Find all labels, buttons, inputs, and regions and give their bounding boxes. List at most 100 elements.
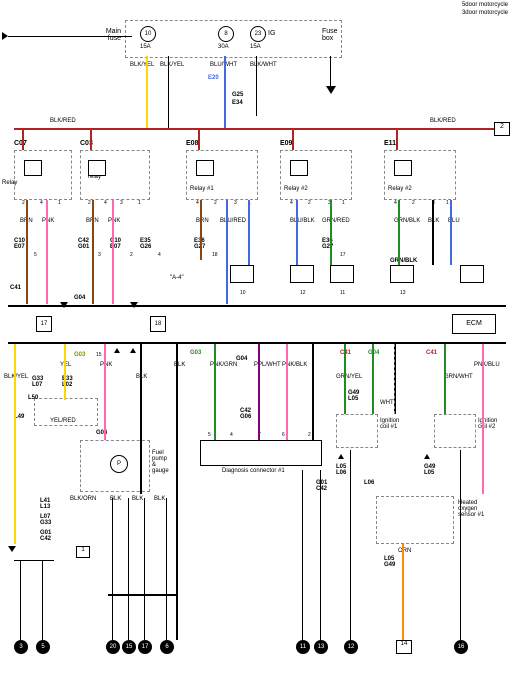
wire-f23-down: [256, 56, 257, 116]
pnk-lower: PNK: [100, 362, 112, 368]
fuse-10-amp: 15A: [140, 44, 151, 50]
e11-name: Relay #2: [388, 186, 412, 192]
gnd-16: 16: [454, 640, 468, 654]
g25-label: G25: [232, 92, 243, 98]
e08-label: E08: [186, 140, 198, 147]
wht-label: WHT: [380, 400, 394, 406]
c07-name: Relay: [2, 180, 17, 186]
diag-connector: [200, 440, 322, 466]
e08-name: Relay #1: [190, 186, 214, 192]
ign-coil-1: [336, 414, 378, 448]
e34-label: E34: [232, 100, 243, 106]
fan-5: [460, 265, 484, 283]
ign-coil-2-label: Ignitioncoil #2: [478, 418, 497, 430]
l05-l06: L05L06: [336, 464, 346, 476]
fuel-pump-label: Fuelpump&gauge: [152, 450, 169, 474]
fuse-23: 23: [250, 26, 266, 42]
fan-4: [390, 265, 414, 283]
l50-label: L50: [28, 395, 38, 401]
gnd-11: 11: [296, 640, 310, 654]
g03-label: G03: [74, 352, 85, 358]
l05-g49-b: L05G49: [384, 556, 395, 568]
w-blured: BLU/RED: [220, 218, 246, 224]
ground-fuse: [326, 86, 336, 94]
fuse-8: 8: [218, 26, 234, 42]
l06-label: L06: [364, 480, 374, 486]
e09-name: Relay #2: [284, 186, 308, 192]
fuse-8-amp: 30A: [218, 44, 229, 50]
heated-o2-label: Heatedoxygensensor #1: [458, 500, 484, 518]
g33-l07: G33L07: [32, 376, 43, 388]
fuse-23-amp: 15A: [250, 44, 261, 50]
gnd-15: 15: [122, 640, 136, 654]
wire-f8-down: [224, 56, 226, 128]
gnd-12: 12: [344, 640, 358, 654]
gnd-14: 14: [396, 640, 412, 654]
diag-conn-label: Diagnosis connector #1: [222, 468, 285, 474]
orn-label: ORN: [398, 548, 411, 554]
c41-label: C41: [10, 285, 21, 291]
w-pnk-1: PNK: [42, 218, 54, 224]
blkorn-1: BLK/ORN: [70, 496, 96, 502]
c10-e07-l: C10E07: [14, 238, 25, 250]
page-ref-1: 1: [76, 546, 90, 558]
g03-mid: G03: [190, 350, 201, 356]
c41-r2: C41: [426, 350, 437, 356]
blk-3: BLK: [132, 496, 143, 502]
blk-yel-r: BLK/YEL: [160, 62, 184, 68]
legend-1: 5door motorcycle: [462, 2, 508, 8]
gnd-20: 20: [106, 640, 120, 654]
grnwht-r: GRN/WHT: [444, 374, 473, 380]
bus-blk-red: [14, 128, 494, 130]
g49-l05-2: G49L05: [424, 464, 435, 476]
bus-label-l: BLK/RED: [50, 118, 76, 124]
fuse-gnd-line: [330, 56, 331, 86]
fuel-pump-p: P: [110, 455, 128, 473]
fuse-box: [125, 20, 342, 58]
e11-label: E11: [384, 140, 396, 147]
gnd-6: 6: [160, 640, 174, 654]
e09-label: E09: [280, 140, 292, 147]
box-17: 17: [36, 316, 52, 332]
input-arrow: [2, 32, 8, 40]
gnd-3: 3: [14, 640, 28, 654]
ecm-bar-bot: [8, 342, 506, 344]
grnyel: GRN/YEL: [336, 374, 362, 380]
fan-1: [230, 265, 254, 283]
l07-g33: L07G33: [40, 514, 51, 526]
e35-g26: E35G26: [140, 238, 151, 250]
ecm-box: ECM: [452, 314, 496, 334]
gnd-17: 17: [138, 640, 152, 654]
ign-coil-2: [434, 414, 476, 448]
ig-label: IG: [268, 30, 275, 37]
ign-coil-1-label: Ignitioncoil #1: [380, 418, 399, 430]
pnkblu: PNK/BLU: [474, 362, 500, 368]
a4-label: "A-4": [170, 275, 184, 281]
g04-mid: G04: [236, 356, 247, 362]
ecm-bar-top: [8, 305, 506, 307]
wire-f10b-down: [168, 56, 169, 128]
gnd-5: 5: [36, 640, 50, 654]
grnblk2: GRN/BLK: [390, 258, 417, 264]
bus-label-r: BLK/RED: [430, 118, 456, 124]
blk-4: BLK: [154, 496, 165, 502]
w-blublk: BLU/BLK: [290, 218, 315, 224]
l41-l13: L41L13: [40, 498, 50, 510]
g01-c42-2: G01C42: [316, 480, 327, 492]
w-grnred: GRN/RED: [322, 218, 350, 224]
g01-c42: G01C42: [40, 530, 51, 542]
g49-l05: G49L05: [348, 390, 359, 402]
blk-yel-lower: BLK/YEL: [4, 374, 28, 380]
c42-g06: C42G06: [240, 408, 251, 420]
c42-g01: C42G01: [78, 238, 89, 250]
main-fuse-label: Mainfuse: [95, 28, 121, 42]
fuse-box-label: Fusebox: [322, 28, 338, 42]
wire-f10-down: [146, 56, 148, 128]
g04-label: G04: [74, 295, 85, 301]
input-line: [8, 36, 132, 37]
yelred: YEL/RED: [50, 418, 76, 424]
wiring-diagram: 5door motorcycle 3door motorcycle Mainfu…: [0, 0, 514, 680]
blk-yel-l: BLK/YEL: [130, 62, 154, 68]
e20-label: E20: [208, 75, 219, 81]
page-ref-2: 2: [494, 122, 510, 136]
